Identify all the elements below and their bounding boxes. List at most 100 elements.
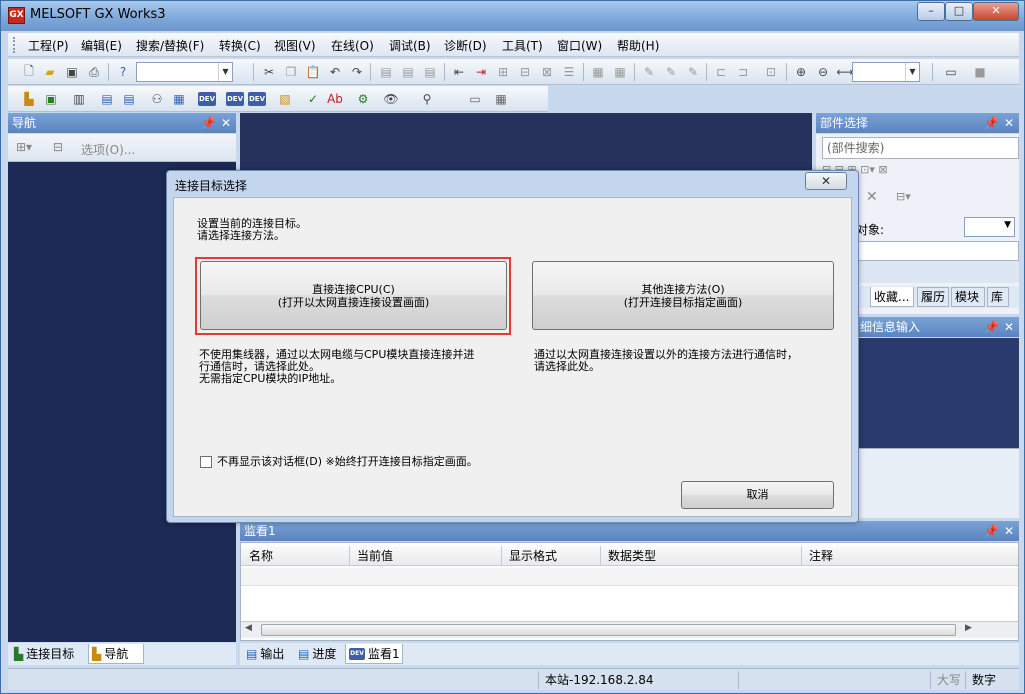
tab-watch1[interactable]: DEV 监看1 (345, 644, 403, 664)
hex-icon[interactable]: ▤ (421, 63, 439, 81)
zoom-out-icon[interactable]: ⊖ (814, 63, 832, 81)
tab-progress[interactable]: ▤ 进度 (295, 644, 345, 664)
device-use-icon[interactable]: DEV (226, 90, 244, 108)
other-connection-button[interactable]: 其他连接方法(O) (打开连接目标指定画面) (532, 261, 834, 330)
read-plc-icon[interactable]: ⇤ (450, 63, 468, 81)
comment-icon[interactable]: ✎ (640, 63, 658, 81)
scrollbar-thumb[interactable] (261, 624, 956, 636)
tab-history[interactable]: 履历 (917, 287, 949, 307)
open-folder-icon[interactable]: ▰ (41, 63, 59, 81)
close-window-button[interactable]: ✕ (973, 2, 1019, 21)
menu-find-replace[interactable]: 搜索/替换(F) (136, 37, 204, 54)
col-name[interactable]: 名称 (249, 546, 273, 566)
monitor-start-icon[interactable]: ▦ (589, 63, 607, 81)
close-pane-icon[interactable]: ✕ (1004, 113, 1014, 133)
object-select[interactable]: ▼ (964, 217, 1015, 237)
device-list-icon[interactable]: DEV (198, 90, 216, 108)
window-layout-icon[interactable]: ▭ (942, 63, 960, 81)
device-batch-replace-icon[interactable]: DEV (248, 90, 266, 108)
parts-sort-icon[interactable]: ⊟▾ (896, 190, 911, 203)
minimize-button[interactable]: – (917, 2, 945, 21)
toolbar-combo[interactable]: ▼ (136, 62, 233, 82)
cut-icon[interactable]: ✂ (260, 63, 278, 81)
pin-icon[interactable]: 📌 (984, 113, 999, 133)
sort-icon[interactable]: ⊟ (53, 140, 63, 154)
maximize-button[interactable]: □ (945, 2, 973, 21)
nav-options-button[interactable]: 选项(O)... (81, 141, 135, 158)
module-config-icon[interactable]: ▣ (42, 90, 60, 108)
cross-ref-icon[interactable]: ⊠ (538, 63, 556, 81)
menu-convert[interactable]: 转换(C) (219, 37, 261, 54)
verify-icon[interactable]: ⊞ (494, 63, 512, 81)
tab-library[interactable]: 库 (987, 287, 1009, 307)
tab-navigation[interactable]: ▙ 导航 (88, 644, 144, 664)
col-current-value[interactable]: 当前值 (357, 546, 393, 566)
tab-favorites[interactable]: 收藏... (870, 287, 914, 307)
new-file-icon[interactable]: 🗋 (20, 63, 38, 81)
col-comment[interactable]: 注释 (809, 546, 833, 566)
save-icon[interactable]: ▣ (63, 63, 81, 81)
ladder-edit-icon[interactable]: ⊐ (734, 63, 752, 81)
cancel-button[interactable]: 取消 (681, 481, 834, 509)
table-row[interactable] (241, 568, 1018, 586)
copy-icon[interactable]: ❐ (282, 63, 300, 81)
close-pane-icon[interactable]: ✕ (221, 113, 231, 133)
close-pane-icon[interactable]: ✕ (1004, 521, 1014, 541)
cross-reference-icon[interactable]: ▦ (170, 90, 188, 108)
build-icon[interactable]: ⚙ (354, 90, 372, 108)
close-pane-icon[interactable]: ✕ (1004, 317, 1014, 337)
spelling-icon[interactable]: Ab (326, 90, 344, 108)
zoom-combo[interactable]: ▼ (852, 62, 920, 82)
stop-icon[interactable]: ■ (971, 63, 989, 81)
progress-window-icon[interactable]: ▤ (120, 90, 138, 108)
menu-diagnostics[interactable]: 诊断(D) (444, 37, 487, 54)
sfc-icon[interactable]: ⊡ (762, 63, 780, 81)
col-display-format[interactable]: 显示格式 (509, 546, 557, 566)
search-device-icon[interactable]: ⊟ (516, 63, 534, 81)
parts-list[interactable] (856, 241, 1019, 261)
binoculars-icon[interactable]: ⚇ (148, 90, 166, 108)
help-icon[interactable]: ? (114, 63, 132, 81)
output-window-icon[interactable]: ▤ (98, 90, 116, 108)
menu-view[interactable]: 视图(V) (274, 37, 316, 54)
direct-connect-cpu-button[interactable]: 直接连接CPU(C) (打开以太网直接连接设置画面) (200, 261, 507, 330)
watch-icon[interactable]: 👁 (382, 90, 400, 108)
ladder-icon[interactable]: ⊏ (712, 63, 730, 81)
dialog-close-button[interactable]: ✕ (805, 172, 847, 190)
project-tree-icon[interactable]: ▙ (20, 90, 38, 108)
note-icon[interactable]: ✎ (684, 63, 702, 81)
menu-help[interactable]: 帮助(H) (617, 37, 659, 54)
monitor-stop-icon[interactable]: ▦ (611, 63, 629, 81)
write-plc-icon[interactable]: ⇥ (472, 63, 490, 81)
menu-edit[interactable]: 编辑(E) (81, 37, 122, 54)
statement-icon[interactable]: ✎ (662, 63, 680, 81)
zoom-in-icon[interactable]: ⊕ (792, 63, 810, 81)
tree-view-icon[interactable]: ⊞▾ (16, 140, 32, 154)
cpu-search-icon[interactable]: ⚲ (418, 90, 436, 108)
print-icon[interactable]: ⎙ (85, 63, 103, 81)
col-data-type[interactable]: 数据类型 (608, 546, 656, 566)
device-batch-icon[interactable]: ▤ (399, 63, 417, 81)
scroll-left-icon[interactable]: ◀ (245, 623, 252, 633)
menu-debug[interactable]: 调试(B) (389, 37, 431, 54)
check-program-icon[interactable]: ✓ (304, 90, 322, 108)
menu-tools[interactable]: 工具(T) (502, 37, 543, 54)
pin-icon[interactable]: 📌 (984, 317, 999, 337)
tab-modules[interactable]: 模块 (951, 287, 985, 307)
tab-output[interactable]: ▤ 输出 (243, 644, 293, 664)
pin-icon[interactable]: 📌 (201, 113, 216, 133)
layout-grid-icon[interactable]: ▦ (492, 90, 510, 108)
unit-icon[interactable]: ▥ (70, 90, 88, 108)
dev-icon[interactable]: ▤ (377, 63, 395, 81)
scroll-right-icon[interactable]: ▶ (965, 623, 972, 633)
menu-project[interactable]: 工程(P) (28, 37, 69, 54)
menu-online[interactable]: 在线(O) (331, 37, 374, 54)
menu-window[interactable]: 窗口(W) (557, 37, 602, 54)
delete-icon[interactable]: ✕ (866, 189, 878, 205)
parts-search-input[interactable]: (部件搜索) (822, 137, 1019, 159)
tab-connection-target[interactable]: ▙ 连接目标 (11, 644, 88, 664)
redo-icon[interactable]: ↷ (348, 63, 366, 81)
layout-icon[interactable]: ▭ (466, 90, 484, 108)
list-icon[interactable]: ☰ (560, 63, 578, 81)
dont-show-checkbox[interactable] (200, 456, 212, 468)
